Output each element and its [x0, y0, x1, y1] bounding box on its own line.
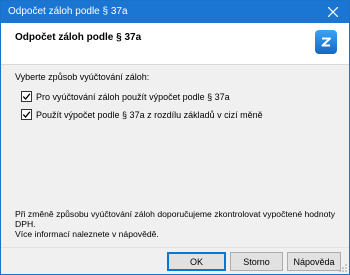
- cancel-button[interactable]: Storno: [230, 252, 283, 271]
- info-line: Při změně způsobu vyúčtování záloh dopor…: [15, 209, 336, 229]
- info-text: Při změně způsobu vyúčtování záloh dopor…: [15, 209, 349, 239]
- button-bar: OK Storno Nápověda: [1, 247, 349, 274]
- window-title: Odpočet záloh podle § 37a: [8, 6, 128, 17]
- dialog-header: Odpočet záloh podle § 37a: [1, 23, 349, 65]
- resize-grip-icon[interactable]: [339, 264, 347, 272]
- method-prompt: Vyberte způsob vyúčtování záloh:: [15, 72, 150, 82]
- dialog-content: Vyberte způsob vyúčtování záloh: Pro vyú…: [1, 66, 349, 246]
- dialog-window: Odpočet záloh podle § 37a Odpočet záloh …: [0, 0, 350, 275]
- ok-button[interactable]: OK: [167, 252, 226, 271]
- title-bar[interactable]: Odpočet záloh podle § 37a: [1, 1, 349, 23]
- option-use-37a[interactable]: Pro vyúčtování záloh použít výpočet podl…: [21, 91, 230, 102]
- checkbox-use-37a[interactable]: [21, 91, 32, 102]
- option-label: Pro vyúčtování záloh použít výpočet podl…: [36, 91, 230, 102]
- checkbox-foreign-currency[interactable]: [21, 109, 32, 120]
- close-icon[interactable]: [317, 1, 349, 23]
- option-foreign-currency[interactable]: Použít výpočet podle § 37a z rozdílu zák…: [21, 109, 263, 120]
- dialog-heading: Odpočet záloh podle § 37a: [15, 32, 142, 43]
- help-button[interactable]: Nápověda: [287, 252, 341, 271]
- app-logo-icon: [315, 30, 337, 54]
- option-label: Použít výpočet podle § 37a z rozdílu zák…: [36, 109, 263, 120]
- info-line: Více informací naleznete v nápovědě.: [15, 229, 159, 239]
